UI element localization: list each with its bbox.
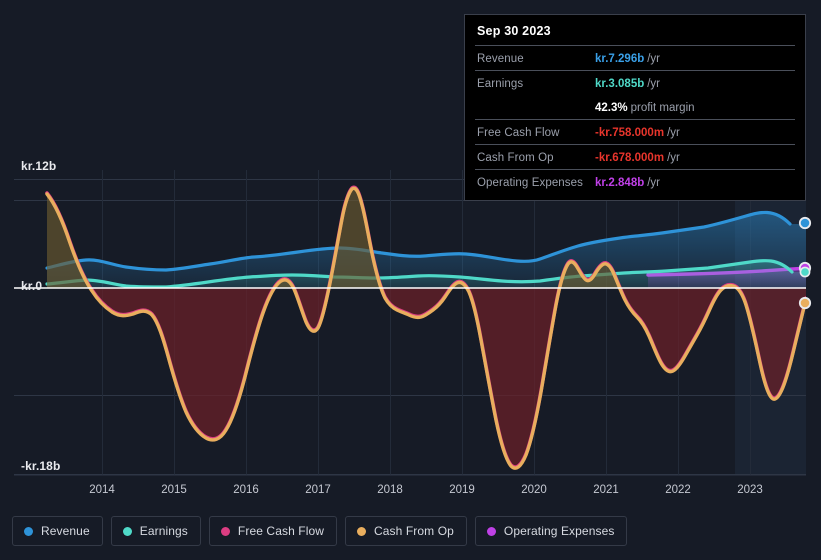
x-axis-tick-2017: 2017 bbox=[305, 484, 331, 496]
tooltip-row-unit: /yr bbox=[667, 152, 680, 164]
tooltip-row-value: kr.7.296b bbox=[595, 53, 645, 65]
tooltip-row: Revenue kr.7.296b/yr bbox=[475, 45, 795, 70]
tooltip-row-unit: /yr bbox=[647, 53, 661, 65]
legend-item-free-cash-flow[interactable]: Free Cash Flow bbox=[208, 516, 338, 546]
y-axis-label-bottom: -kr.18b bbox=[21, 459, 61, 473]
tooltip-row-value-group: kr.7.296b/yr bbox=[595, 49, 660, 67]
tooltip-row: Cash From Op -kr.678.000m/yr bbox=[475, 144, 795, 169]
tooltip-row: Operating Expenses kr.2.848b/yr bbox=[475, 169, 795, 194]
tooltip-row-unit: /yr bbox=[647, 177, 661, 189]
tooltip-row-label: Revenue bbox=[477, 53, 524, 65]
x-axis-tick-2015: 2015 bbox=[161, 484, 187, 496]
y-axis-label-zero: kr.0 bbox=[21, 279, 43, 293]
legend-item-revenue[interactable]: Revenue bbox=[12, 516, 103, 546]
earnings-end-marker bbox=[799, 266, 811, 278]
x-axis-tick-2023: 2023 bbox=[737, 484, 763, 496]
x-axis-tick-2020: 2020 bbox=[521, 484, 547, 496]
tooltip-row-label: Free Cash Flow bbox=[477, 127, 560, 139]
tooltip-row-value: kr.2.848b bbox=[595, 177, 645, 189]
tooltip-row-unit: /yr bbox=[647, 78, 661, 90]
tooltip-row: 42.3% profit margin bbox=[475, 95, 795, 119]
tooltip-row-label: Operating Expenses bbox=[477, 177, 584, 189]
legend-item-label: Operating Expenses bbox=[503, 524, 615, 538]
tooltip-row-value: kr.3.085b bbox=[595, 78, 645, 90]
legend-item-label: Revenue bbox=[41, 524, 90, 538]
chart-page: kr.12b kr.0 -kr.18b 2014 2015 2016 2017 2018… bbox=[0, 0, 821, 560]
tooltip-rows: Revenue kr.7.296b/yr Earnings kr.3.085b/yr 4… bbox=[475, 45, 795, 194]
legend-item-label: Cash From Op bbox=[374, 524, 454, 538]
data-tooltip: Sep 30 2023 Revenue kr.7.296b/yr Earnings k… bbox=[464, 14, 806, 201]
tooltip-row-label: Earnings bbox=[477, 78, 524, 90]
legend-color-dot-icon bbox=[122, 526, 132, 536]
legend-color-dot-icon bbox=[24, 526, 33, 536]
legend-color-dot-icon bbox=[220, 526, 230, 536]
legend-item-label: Earnings bbox=[139, 524, 188, 538]
chart-legend: Revenue Earnings Free Cash Flow Cash From O… bbox=[12, 516, 628, 546]
legend-item-cash-from-op[interactable]: Cash From Op bbox=[345, 516, 467, 546]
tooltip-date: Sep 30 2023 bbox=[477, 24, 551, 38]
tooltip-row-value-group: -kr.758.000m/yr bbox=[595, 123, 680, 141]
tooltip-row-unit: profit margin bbox=[630, 102, 695, 114]
x-axis-tick-2014: 2014 bbox=[89, 484, 115, 496]
x-axis-tick-2019: 2019 bbox=[449, 484, 475, 496]
legend-item-label: Free Cash Flow bbox=[237, 524, 325, 538]
cash-from-op-end-marker bbox=[798, 296, 812, 310]
tooltip-row-value-group: -kr.678.000m/yr bbox=[595, 148, 680, 166]
tooltip-row-value: 42.3% bbox=[595, 102, 628, 114]
x-axis-tick-2016: 2016 bbox=[233, 484, 259, 496]
tooltip-row-unit: /yr bbox=[667, 127, 680, 139]
legend-color-dot-icon bbox=[357, 526, 367, 536]
tooltip-row-value: -kr.758.000m bbox=[595, 127, 665, 139]
tooltip-row: Earnings kr.3.085b/yr bbox=[475, 70, 795, 95]
tooltip-row-value-group: 42.3% profit margin bbox=[595, 98, 695, 116]
tooltip-row: Free Cash Flow -kr.758.000m/yr bbox=[475, 119, 795, 144]
revenue-end-marker bbox=[798, 216, 812, 230]
legend-item-earnings[interactable]: Earnings bbox=[110, 516, 201, 546]
x-axis-tick-2018: 2018 bbox=[377, 484, 403, 496]
x-axis-tick-2021: 2021 bbox=[593, 484, 619, 496]
x-axis-tick-2022: 2022 bbox=[665, 484, 691, 496]
legend-color-dot-icon bbox=[486, 526, 496, 536]
tooltip-row-label: Cash From Op bbox=[477, 152, 554, 164]
y-axis-label-top: kr.12b bbox=[21, 159, 57, 173]
tooltip-row-value: -kr.678.000m bbox=[595, 152, 665, 164]
tooltip-row-value-group: kr.2.848b/yr bbox=[595, 173, 660, 191]
tooltip-row-value-group: kr.3.085b/yr bbox=[595, 74, 660, 92]
legend-item-operating-expenses[interactable]: Operating Expenses bbox=[474, 516, 628, 546]
